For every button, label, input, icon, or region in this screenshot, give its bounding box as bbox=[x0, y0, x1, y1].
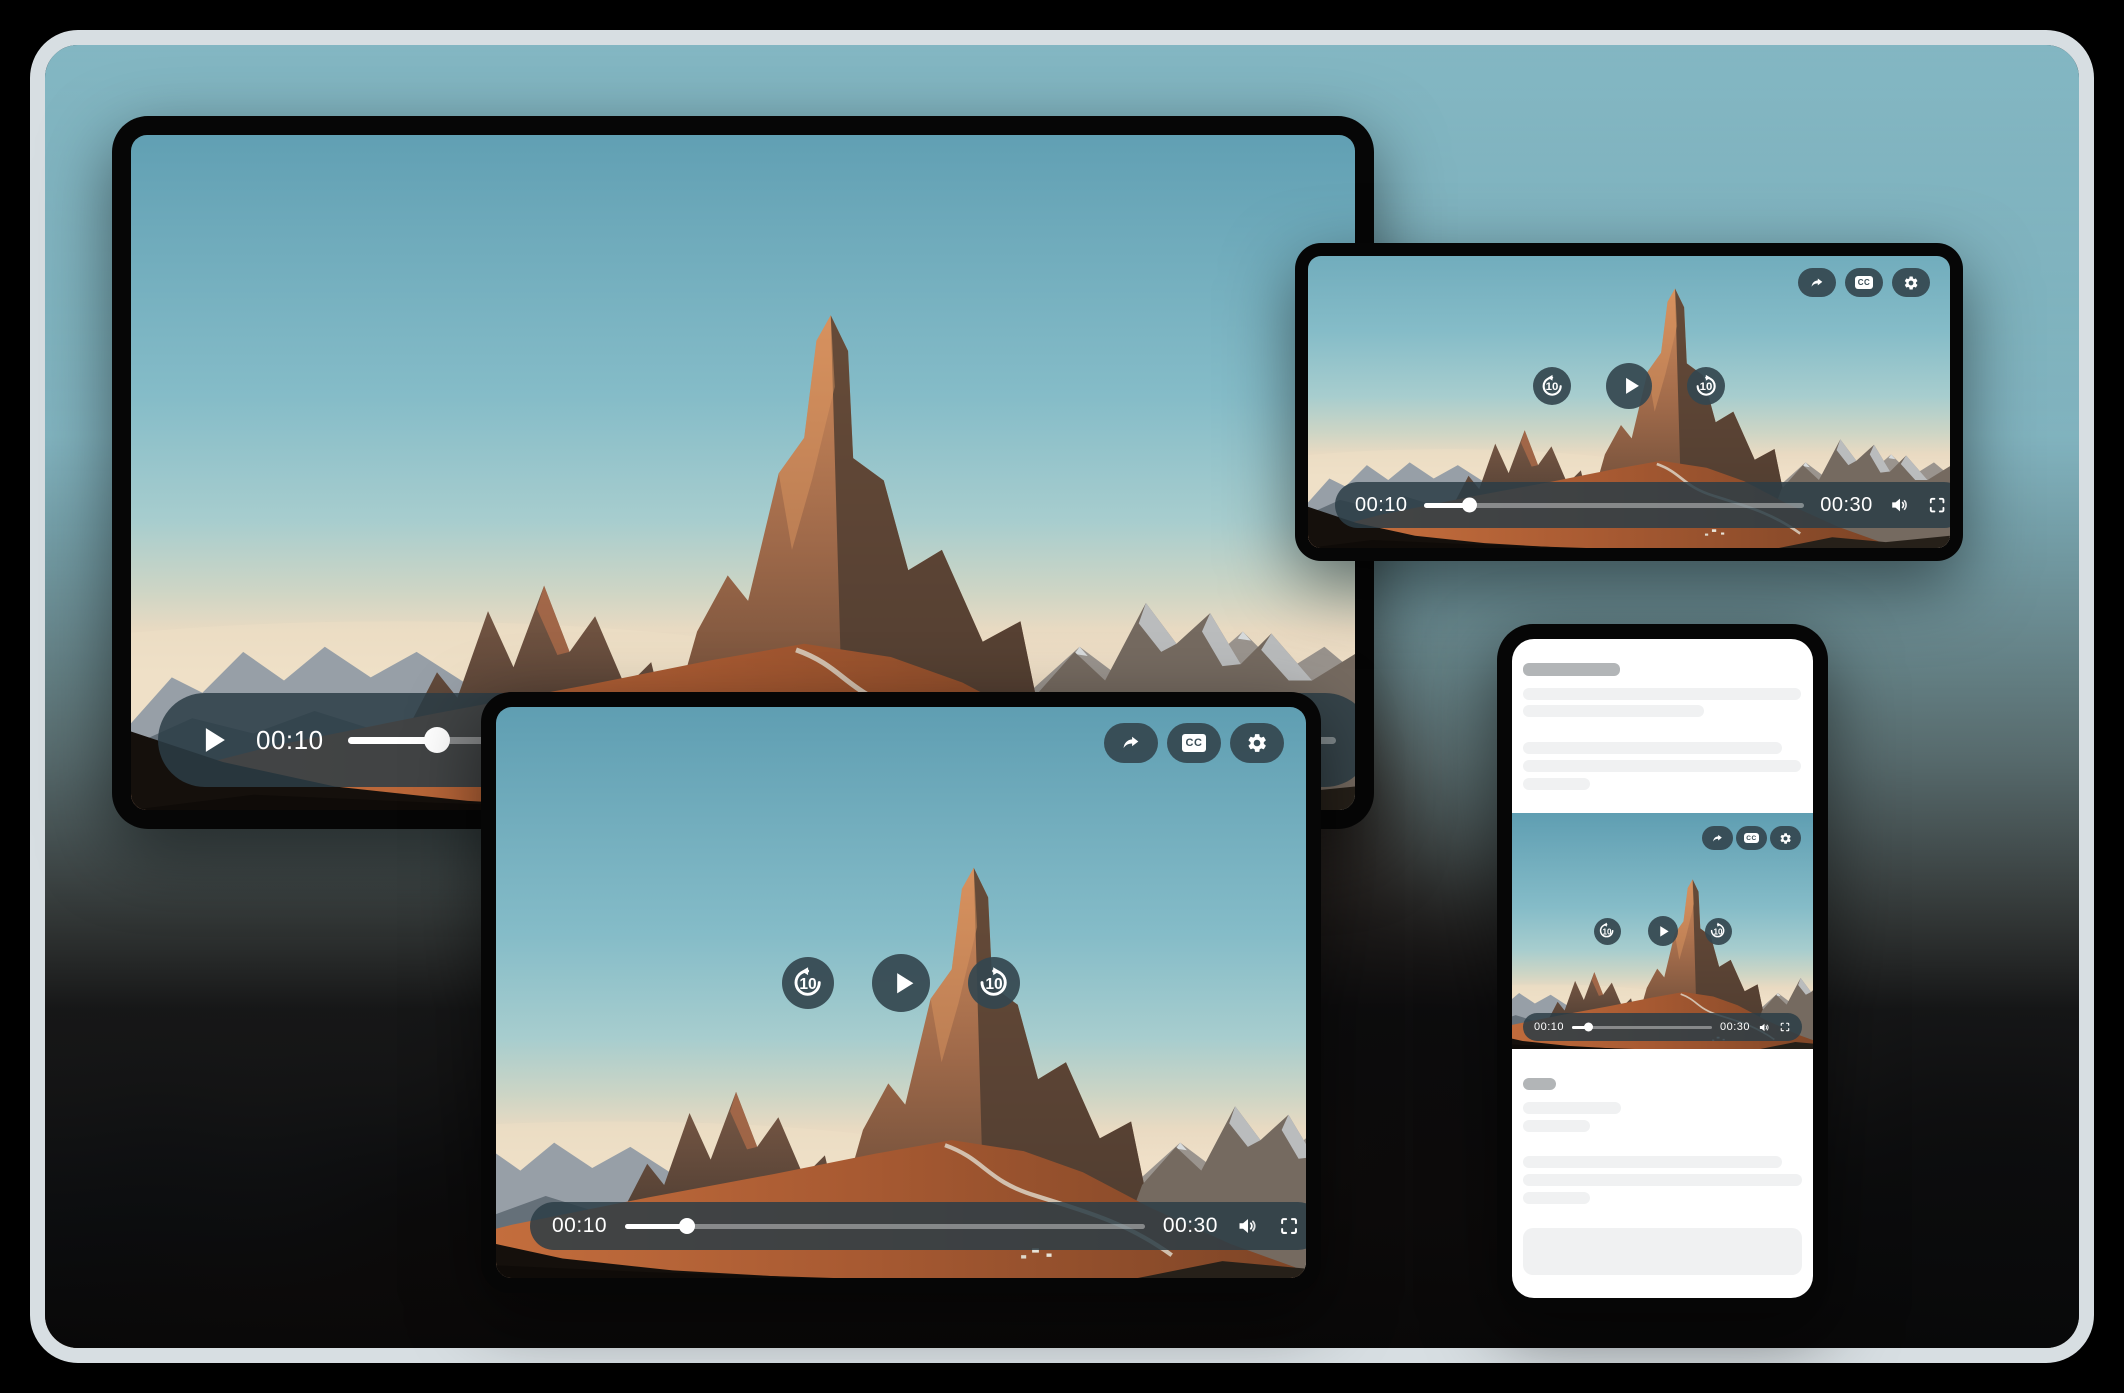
seek-thumb[interactable] bbox=[424, 727, 450, 753]
seek-bar[interactable] bbox=[1424, 503, 1805, 508]
placeholder-line bbox=[1523, 1192, 1590, 1204]
skip-label: 10 bbox=[799, 976, 816, 994]
share-button[interactable] bbox=[1104, 723, 1158, 763]
seek-fill bbox=[348, 737, 437, 744]
placeholder-line bbox=[1523, 688, 1801, 700]
gear-icon bbox=[1903, 275, 1919, 291]
duration: 00:30 bbox=[1163, 1214, 1218, 1238]
duration: 00:30 bbox=[1820, 494, 1873, 517]
center-controls: 10 10 bbox=[782, 954, 1020, 1012]
top-right-controls: CC bbox=[1104, 723, 1284, 763]
share-icon bbox=[1120, 732, 1142, 754]
tablet-player-frame: CC 10 10 00:10 bbox=[481, 692, 1321, 1293]
placeholder-line bbox=[1523, 1102, 1621, 1114]
rewind-10-button[interactable]: 10 bbox=[1594, 918, 1621, 945]
cc-icon: CC bbox=[1855, 276, 1872, 289]
placeholder-title bbox=[1523, 663, 1620, 676]
center-controls: 10 10 bbox=[1594, 916, 1732, 946]
placeholder-line bbox=[1523, 705, 1704, 717]
forward-10-button[interactable]: 10 bbox=[1705, 918, 1732, 945]
placeholder-line bbox=[1523, 1174, 1802, 1186]
volume-icon[interactable] bbox=[1236, 1214, 1260, 1238]
current-time: 00:10 bbox=[1534, 1021, 1564, 1033]
skip-label: 10 bbox=[1713, 927, 1722, 936]
placeholder-line bbox=[1523, 1120, 1590, 1132]
placeholder-line bbox=[1523, 1156, 1782, 1168]
phone-control-bar: 00:10 00:30 bbox=[1523, 1013, 1802, 1041]
fullscreen-icon[interactable] bbox=[1278, 1215, 1300, 1237]
share-button[interactable] bbox=[1798, 268, 1836, 297]
placeholder-line bbox=[1523, 778, 1590, 790]
skip-label: 10 bbox=[1602, 927, 1611, 936]
current-time: 00:10 bbox=[256, 725, 324, 756]
seek-bar[interactable] bbox=[1572, 1026, 1712, 1029]
gear-icon bbox=[1779, 832, 1792, 845]
share-button[interactable] bbox=[1702, 826, 1733, 850]
captions-button[interactable]: CC bbox=[1845, 268, 1883, 297]
skip-label: 10 bbox=[1700, 381, 1713, 393]
page: { "labels": { "cc": "CC", "skip": "10" }… bbox=[0, 0, 2124, 1393]
current-time: 00:10 bbox=[552, 1214, 607, 1238]
compact-player-frame: CC 10 10 00:10 bbox=[1295, 243, 1963, 561]
phone-video-surface[interactable]: CC 10 10 00:10 bbox=[1512, 813, 1813, 1049]
forward-10-button[interactable]: 10 bbox=[968, 957, 1020, 1009]
current-time: 00:10 bbox=[1355, 494, 1408, 517]
seek-bar[interactable] bbox=[625, 1224, 1145, 1229]
captions-button[interactable]: CC bbox=[1736, 826, 1767, 850]
share-icon bbox=[1809, 275, 1825, 291]
top-right-controls: CC bbox=[1798, 268, 1930, 297]
play-icon bbox=[1655, 923, 1672, 940]
volume-icon[interactable] bbox=[1758, 1021, 1771, 1034]
fullscreen-icon[interactable] bbox=[1779, 1021, 1791, 1033]
rewind-10-button[interactable]: 10 bbox=[782, 957, 834, 1009]
seek-thumb[interactable] bbox=[679, 1218, 695, 1234]
placeholder-box bbox=[1523, 1228, 1802, 1275]
settings-button[interactable] bbox=[1230, 723, 1284, 763]
phone-article-bottom bbox=[1512, 1049, 1813, 1298]
play-button[interactable] bbox=[1606, 363, 1652, 409]
rewind-10-button[interactable]: 10 bbox=[1533, 367, 1571, 405]
phone-article-top bbox=[1512, 639, 1813, 813]
volume-icon[interactable] bbox=[1889, 494, 1911, 516]
share-icon bbox=[1711, 832, 1724, 845]
phone-screen: CC 10 10 00:10 bbox=[1512, 639, 1813, 1298]
tablet-video-surface[interactable]: CC 10 10 00:10 bbox=[496, 707, 1306, 1278]
placeholder-line bbox=[1523, 760, 1801, 772]
skip-label: 10 bbox=[985, 976, 1002, 994]
cc-icon: CC bbox=[1182, 734, 1206, 752]
compact-control-bar: 00:10 00:30 bbox=[1335, 482, 1950, 528]
seek-fill bbox=[1424, 503, 1470, 508]
cc-icon: CC bbox=[1744, 833, 1758, 844]
phone-frame: CC 10 10 00:10 bbox=[1497, 624, 1828, 1313]
seek-fill bbox=[1572, 1026, 1589, 1029]
play-icon bbox=[194, 719, 232, 761]
center-controls: 10 10 bbox=[1533, 363, 1725, 409]
settings-button[interactable] bbox=[1892, 268, 1930, 297]
top-right-controls: CC bbox=[1702, 826, 1801, 850]
placeholder-line bbox=[1523, 742, 1782, 754]
seek-thumb[interactable] bbox=[1584, 1023, 1593, 1032]
compact-video-surface[interactable]: CC 10 10 00:10 bbox=[1308, 256, 1950, 548]
skip-label: 10 bbox=[1546, 381, 1559, 393]
seek-fill bbox=[625, 1224, 687, 1229]
gear-icon bbox=[1246, 732, 1268, 754]
play-button[interactable] bbox=[872, 954, 930, 1012]
fullscreen-icon[interactable] bbox=[1927, 495, 1947, 515]
seek-thumb[interactable] bbox=[1462, 498, 1477, 513]
settings-button[interactable] bbox=[1770, 826, 1801, 850]
play-icon bbox=[887, 967, 919, 999]
duration: 00:30 bbox=[1720, 1021, 1750, 1033]
play-button[interactable] bbox=[1648, 916, 1678, 946]
forward-10-button[interactable]: 10 bbox=[1687, 367, 1725, 405]
captions-button[interactable]: CC bbox=[1167, 723, 1221, 763]
play-button[interactable] bbox=[194, 719, 232, 761]
placeholder-label bbox=[1523, 1078, 1556, 1090]
play-icon bbox=[1618, 373, 1644, 399]
tablet-control-bar: 00:10 00:30 bbox=[530, 1202, 1306, 1250]
